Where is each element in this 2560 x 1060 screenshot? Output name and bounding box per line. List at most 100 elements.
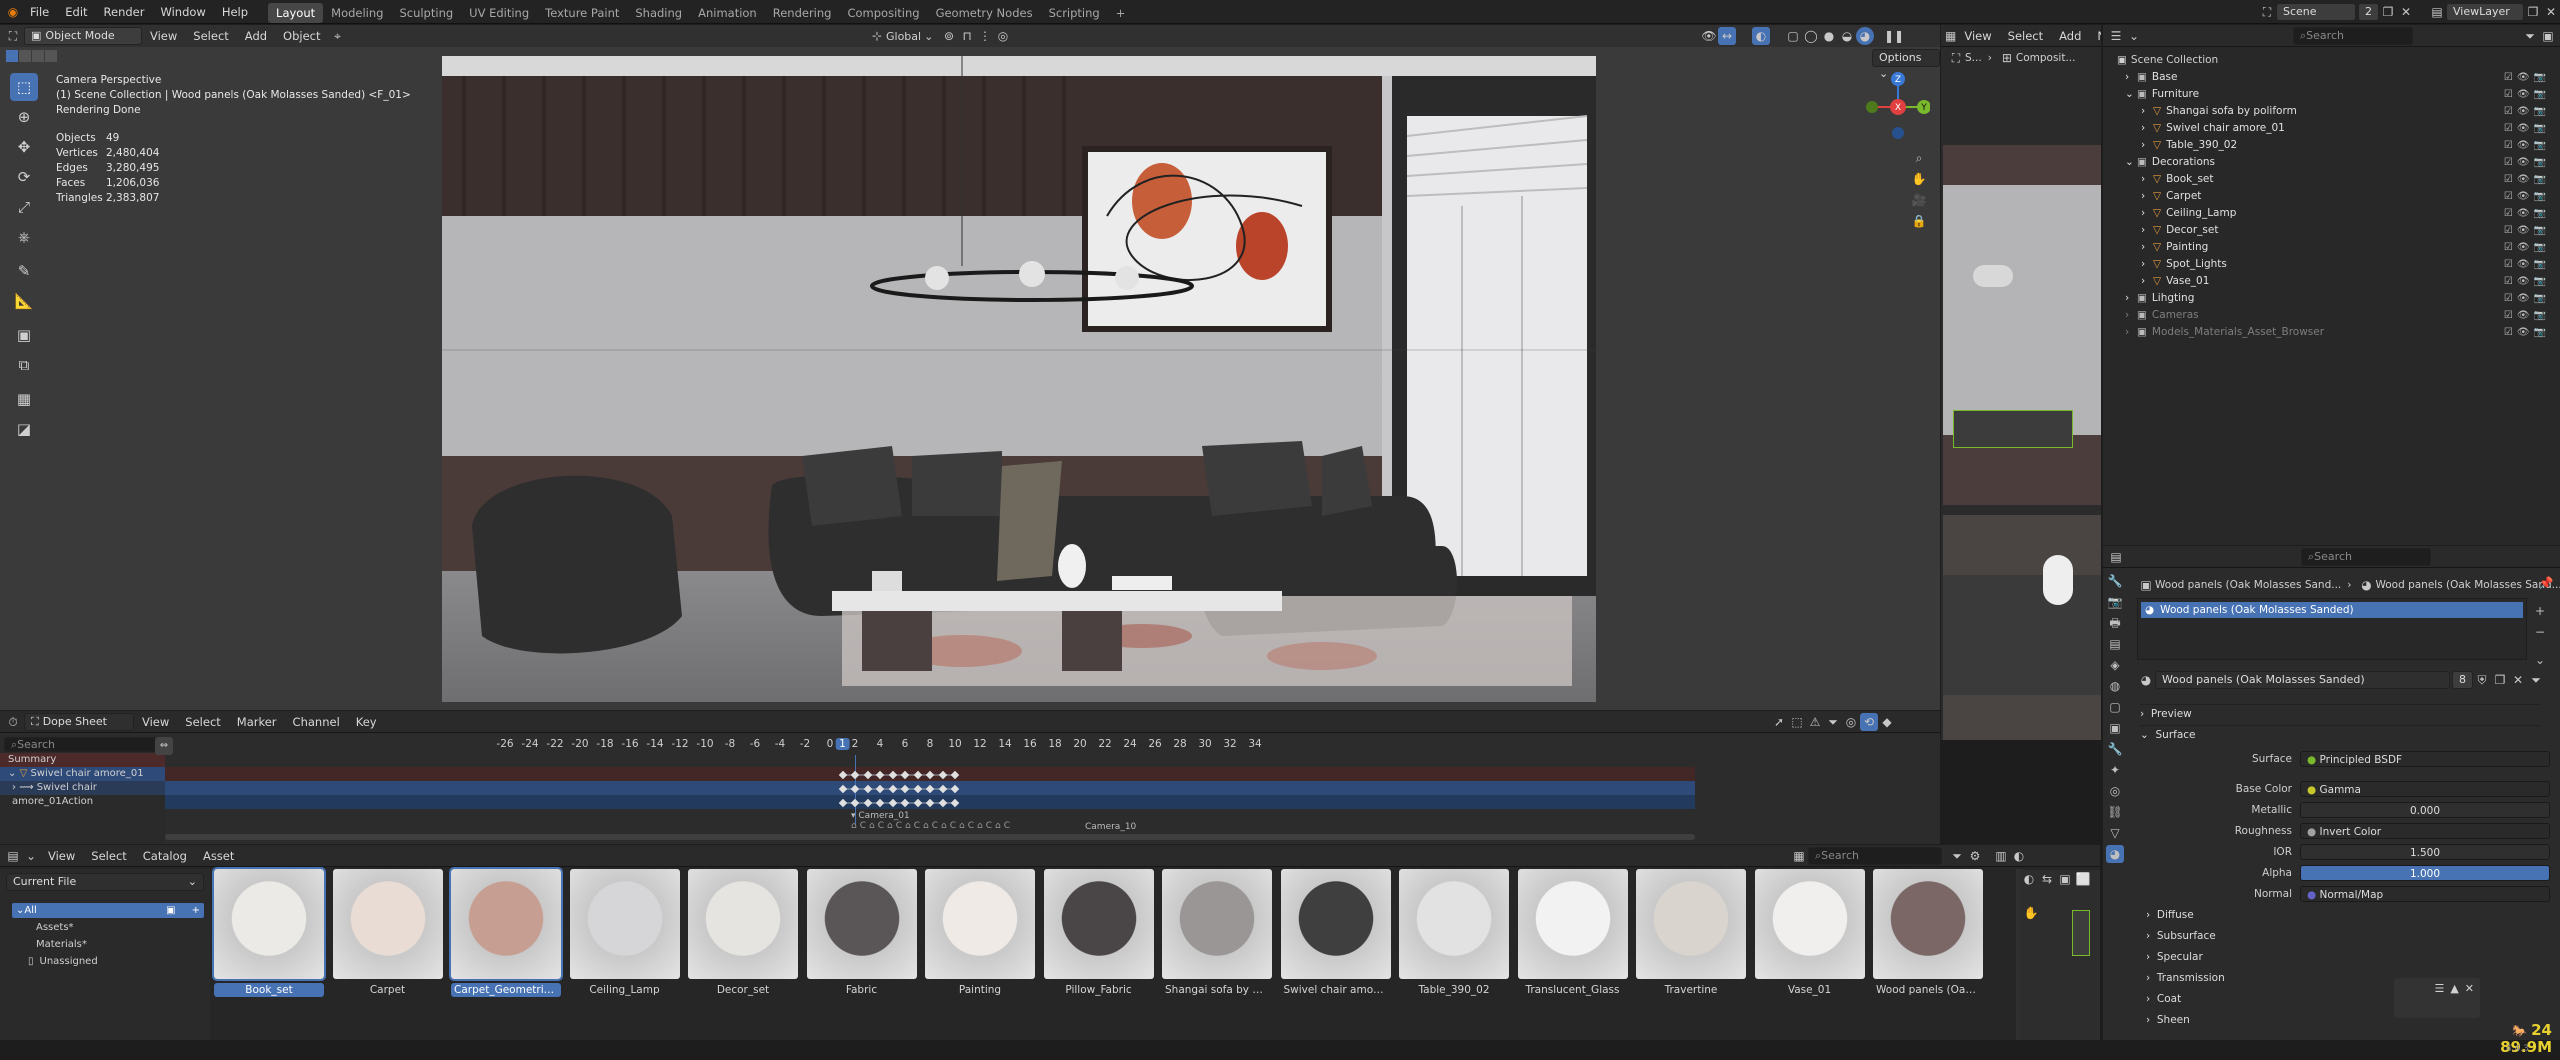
gear-icon[interactable]: ⚙ bbox=[1966, 847, 1984, 865]
coat-section[interactable]: › Coat bbox=[2146, 990, 2181, 1008]
link-icon[interactable]: ⇆ bbox=[2038, 870, 2056, 888]
select-subtract-icon[interactable] bbox=[32, 50, 44, 62]
tab-shading[interactable]: Shading bbox=[627, 3, 690, 23]
outliner-row-furniture[interactable]: ⌄ ▣ Furniture ☑👁📷 bbox=[2117, 86, 2554, 103]
options-button[interactable]: Options ⌄ bbox=[1872, 49, 1940, 80]
chevron-right-icon[interactable]: › bbox=[2141, 256, 2153, 273]
subsurface-section[interactable]: › Subsurface bbox=[2146, 927, 2216, 945]
keyframe[interactable] bbox=[838, 784, 847, 794]
outliner-row-painting[interactable]: › ▽ Painting ☑👁📷 bbox=[2117, 239, 2554, 256]
collapse-icon[interactable]: ▲ bbox=[2450, 982, 2458, 995]
outliner-row-carpet[interactable]: › ▽ Carpet ☑👁📷 bbox=[2117, 188, 2554, 205]
render-tab-icon[interactable]: 📷 bbox=[2106, 593, 2124, 611]
keyframe[interactable] bbox=[925, 770, 935, 780]
tab-sculpting[interactable]: Sculpting bbox=[391, 3, 461, 23]
channel-search-input[interactable]: ⌕ Search bbox=[4, 736, 161, 752]
camera-view-icon[interactable]: 🎥 bbox=[1910, 191, 1928, 209]
measure-tool[interactable]: 📐 bbox=[10, 287, 38, 315]
outliner-row-spot-lights[interactable]: › ▽ Spot_Lights ☑👁📷 bbox=[2117, 256, 2554, 273]
filter-icon[interactable]: ⏷ bbox=[2521, 27, 2539, 45]
menu-object[interactable]: Object bbox=[275, 24, 328, 48]
prop-normal-value[interactable]: ● Normal/Map bbox=[2300, 886, 2550, 902]
tab-animation[interactable]: Animation bbox=[690, 3, 765, 23]
keyframe[interactable] bbox=[888, 798, 897, 808]
xray-icon[interactable]: ▢ bbox=[1784, 27, 1802, 45]
move-tool[interactable]: ✥ bbox=[10, 133, 38, 161]
keyframe[interactable] bbox=[888, 784, 897, 794]
annotate-tool[interactable]: ✎ bbox=[10, 257, 38, 285]
chevron-down-icon[interactable]: ⌄ bbox=[22, 847, 40, 865]
outliner-row-shangai-sofa-by-poliform[interactable]: › ▽ Shangai sofa by poliform ☑👁📷 bbox=[2117, 103, 2554, 120]
specular-section[interactable]: › Specular bbox=[2146, 948, 2203, 966]
menu-key[interactable]: Key bbox=[348, 710, 385, 734]
keyframe[interactable] bbox=[888, 770, 897, 780]
select-intersect-icon[interactable] bbox=[45, 50, 57, 62]
chevron-down-icon[interactable]: ⌄ bbox=[2125, 154, 2137, 171]
menu-add[interactable]: Add bbox=[2051, 25, 2089, 48]
import-method-icon[interactable]: ◐ bbox=[2010, 847, 2028, 865]
modifier-tab-icon[interactable]: 🔧 bbox=[2106, 740, 2124, 758]
catalog-unassigned[interactable]: ▯ Unassigned bbox=[28, 956, 210, 967]
copy-icon[interactable]: ❐ bbox=[2524, 3, 2542, 21]
scene-name-field[interactable]: Scene bbox=[2276, 3, 2356, 21]
horizontal-scrollbar[interactable] bbox=[165, 834, 1695, 840]
catalog-assets[interactable]: Assets* bbox=[36, 922, 210, 933]
outliner-row-cameras[interactable]: › ▣ Cameras ☑👁📷 bbox=[2117, 307, 2554, 324]
add-slot-icon[interactable]: + bbox=[2531, 602, 2549, 620]
mini-node-editor[interactable]: ◐ ⇆ ▣ ⬜ ✋ bbox=[2020, 870, 2100, 1040]
asset-tile[interactable]: Book_set bbox=[212, 867, 326, 997]
asset-tile[interactable]: Pillow_Fabric bbox=[1043, 869, 1154, 997]
keyframe[interactable] bbox=[875, 770, 885, 780]
asset-tile[interactable]: Shangai sofa by poliform bbox=[1162, 869, 1272, 997]
data-tab-icon[interactable]: ▽ bbox=[2106, 824, 2124, 842]
diffuse-section[interactable]: › Diffuse bbox=[2146, 906, 2194, 924]
tool-tab-icon[interactable]: 🔧 bbox=[2106, 572, 2124, 590]
editor-type-icon[interactable]: ⏱ bbox=[4, 713, 22, 731]
asset-tile[interactable]: Wood panels (Oak Mol... bbox=[1873, 869, 1983, 997]
visibility-toggles[interactable]: ☑👁📷 bbox=[2504, 86, 2550, 103]
keyframe[interactable] bbox=[875, 784, 885, 794]
outliner-row-book-set[interactable]: › ▽ Book_set ☑👁📷 bbox=[2117, 171, 2554, 188]
cursor-tool[interactable]: ⊕ bbox=[10, 103, 38, 131]
select-extend-icon[interactable] bbox=[19, 50, 31, 62]
outliner-row-models-materials-asset-browser[interactable]: › ▣ Models_Materials_Asset_Browser ☑👁📷 bbox=[2117, 324, 2554, 341]
gizmo-toggle-icon[interactable]: ↔ bbox=[1718, 27, 1736, 45]
collection-tab-icon[interactable]: ▢ bbox=[2106, 698, 2124, 716]
visibility-toggles[interactable]: ☑👁📷 bbox=[2504, 239, 2550, 256]
select-box-tool[interactable]: ⬚ bbox=[10, 73, 38, 101]
proportional-icon[interactable]: ◎ bbox=[1842, 713, 1860, 731]
node-icon[interactable]: ◐ bbox=[2020, 870, 2038, 888]
sheen-section[interactable]: › Sheen bbox=[2146, 1011, 2190, 1029]
chevron-right-icon[interactable]: › bbox=[2141, 137, 2153, 154]
asset-tile[interactable]: Travertine bbox=[1636, 869, 1746, 997]
menu-edit[interactable]: Edit bbox=[57, 0, 95, 24]
menu-view[interactable]: View bbox=[40, 844, 83, 868]
add-catalog-icon[interactable]: ▣ bbox=[166, 905, 175, 916]
properties-search-input[interactable]: ⌕ Search bbox=[2301, 547, 2431, 566]
menu-view[interactable]: View bbox=[142, 24, 185, 48]
menu-select[interactable]: Select bbox=[185, 24, 236, 48]
tab-texture-paint[interactable]: Texture Paint bbox=[537, 3, 627, 23]
chevron-down-icon[interactable]: › bbox=[2125, 324, 2137, 341]
options-pin-icon[interactable]: ⌖ bbox=[329, 27, 347, 45]
menu-node[interactable]: N bbox=[2089, 25, 2101, 48]
menu-select[interactable]: Select bbox=[83, 844, 134, 868]
prop-alpha-field[interactable]: 1.000 bbox=[2300, 865, 2550, 881]
tab-compositing[interactable]: Compositing bbox=[839, 3, 927, 23]
material-browse-icon[interactable]: ◕ bbox=[2137, 671, 2155, 689]
shading-rendered-icon[interactable]: ◕ bbox=[1856, 27, 1874, 45]
chevron-right-icon[interactable]: › bbox=[2141, 239, 2153, 256]
close-icon[interactable]: ✕ bbox=[2465, 982, 2474, 995]
world-tab-icon[interactable]: ◍ bbox=[2106, 677, 2124, 695]
chevron-right-icon[interactable]: › bbox=[2141, 103, 2153, 120]
add-icon[interactable]: + bbox=[192, 905, 200, 916]
preview-section-header[interactable]: › Preview bbox=[2140, 704, 2540, 722]
channel-object[interactable]: ⌄ ▽ Swivel chair amore_01 bbox=[0, 767, 165, 781]
display-mode-icon[interactable]: ▦ bbox=[1790, 847, 1808, 865]
menu-asset[interactable]: Asset bbox=[195, 844, 242, 868]
material-name-field[interactable]: Wood panels (Oak Molasses Sanded) bbox=[2155, 671, 2450, 689]
outliner-row-decorations[interactable]: ⌄ ▣ Decorations ☑👁📷 bbox=[2117, 154, 2554, 171]
keyframe[interactable] bbox=[925, 798, 935, 808]
visibility-toggles[interactable]: ☑👁📷 bbox=[2504, 120, 2550, 137]
proportional-icon[interactable]: ◎ bbox=[994, 27, 1012, 45]
